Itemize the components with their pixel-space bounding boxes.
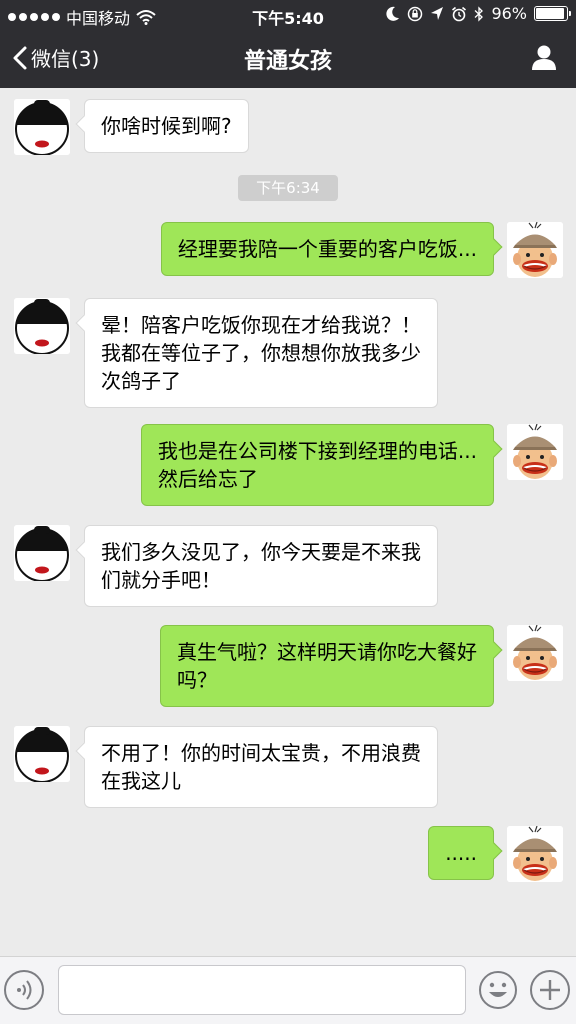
plus-icon [540, 980, 560, 1000]
contact-avatar[interactable] [14, 525, 70, 581]
message-input[interactable] [58, 965, 466, 1015]
battery-icon [534, 6, 571, 21]
bluetooth-icon [474, 5, 484, 22]
message-bubble-received[interactable]: 不用了！你的时间太宝贵，不用浪费 在我这儿 [75, 726, 438, 808]
rotation-lock-icon [408, 6, 423, 21]
contact-avatar[interactable] [14, 726, 70, 782]
moon-icon [386, 6, 400, 21]
chevron-left-icon [13, 46, 27, 69]
my-avatar[interactable] [507, 826, 563, 882]
old-man-avatar-icon [507, 424, 563, 480]
my-avatar[interactable] [507, 222, 563, 278]
girl-avatar-icon [14, 298, 70, 354]
back-button[interactable]: 微信(3) [12, 43, 99, 72]
voice-icon [17, 980, 32, 1000]
contact-avatar[interactable] [14, 298, 70, 354]
old-man-avatar-icon [507, 826, 563, 882]
more-button[interactable] [530, 970, 570, 1010]
carrier-label: 中国移动 [66, 9, 131, 28]
message-bubble-received[interactable]: 我们多久没见了，你今天要是不来我 们就分手吧！ [75, 525, 438, 607]
person-icon [532, 45, 556, 70]
message-bubble-received[interactable]: 你啥时候到啊? [75, 99, 249, 153]
back-label: 微信(3) [31, 47, 100, 71]
signal-strength-icon [8, 13, 60, 21]
location-icon [431, 6, 444, 20]
status-bar: 中国移动 下午5:40 96% [0, 0, 576, 30]
my-avatar[interactable] [507, 424, 563, 480]
girl-avatar-icon [14, 99, 70, 155]
old-man-avatar-icon [507, 222, 563, 278]
chat-info-button[interactable] [530, 43, 558, 75]
my-avatar[interactable] [507, 625, 563, 681]
message-bubble-sent[interactable]: 经理要我陪一个重要的客户吃饭... [160, 222, 503, 276]
emoji-button[interactable] [478, 970, 518, 1010]
contact-avatar[interactable] [14, 99, 70, 155]
message-bubble-sent[interactable]: 我也是在公司楼下接到经理的电话... 然后给忘了 [140, 424, 503, 506]
voice-button[interactable] [4, 970, 44, 1010]
timestamp: 下午6:34 [238, 175, 338, 201]
chat-area[interactable]: 下午6:34 你啥时候到啊? 经理要我陪一个重要的客户吃饭... 晕！陪客户吃饭… [0, 88, 576, 956]
girl-avatar-icon [14, 726, 70, 782]
nav-bar: 微信(3) 普通女孩 [0, 30, 576, 88]
message-bubble-sent[interactable]: ..... [428, 826, 503, 880]
emoji-icon [479, 971, 517, 1009]
old-man-avatar-icon [507, 625, 563, 681]
input-bar [0, 956, 576, 1024]
alarm-icon [452, 6, 467, 21]
girl-avatar-icon [14, 525, 70, 581]
message-bubble-sent[interactable]: 真生气啦？这样明天请你吃大餐好 吗？ [160, 625, 503, 707]
message-bubble-received[interactable]: 晕！陪客户吃饭你现在才给我说？！ 我都在等位子了，你想想你放我多少 次鸽子了 [75, 298, 438, 408]
battery-percent: 96% [491, 4, 527, 23]
wifi-icon [136, 10, 156, 25]
